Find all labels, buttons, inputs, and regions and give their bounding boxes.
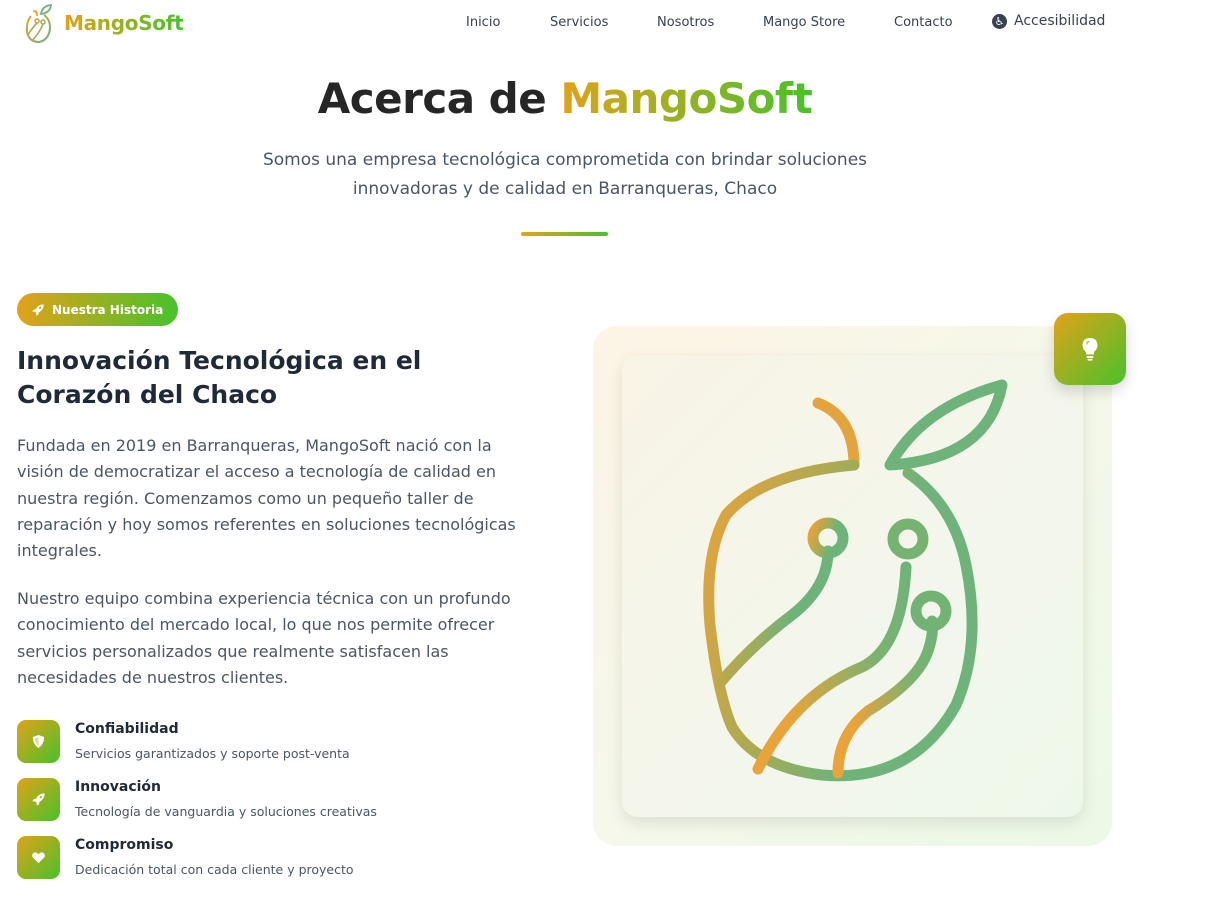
nav-link-servicios[interactable]: Servicios — [550, 15, 608, 30]
rocket-icon — [32, 793, 45, 806]
rocket-icon — [32, 303, 44, 316]
illustration-card — [622, 355, 1083, 817]
feature-icon-tile — [17, 778, 60, 821]
feature-item-confiabilidad: Confiabilidad Servicios garantizados y s… — [17, 720, 577, 766]
feature-item-compromiso: Compromiso Dedicación total con cada cli… — [17, 836, 577, 882]
feature-title: Confiabilidad — [75, 721, 179, 737]
story-badge: Nuestra Historia — [17, 293, 179, 326]
feature-icon-tile — [17, 836, 60, 879]
lightbulb-badge — [1054, 313, 1126, 385]
feature-icon-tile — [17, 720, 60, 763]
feature-item-innovacion: Innovación Tecnología de vanguardia y so… — [17, 778, 577, 824]
heart-icon — [32, 852, 45, 864]
shield-icon — [32, 734, 45, 749]
page-subtitle-line2: innovadoras y de calidad en Barranqueras… — [352, 179, 778, 199]
nav-link-nosotros[interactable]: Nosotros — [657, 15, 714, 30]
page-title-accent: MangoSoft — [560, 74, 813, 123]
story-paragraph-1: Fundada en 2019 en Barranqueras, MangoSo… — [17, 436, 516, 561]
mango-logo-icon — [25, 3, 53, 44]
story-paragraph-2: Nuestro equipo combina experiencia técni… — [17, 589, 511, 687]
page-title: Acerca de MangoSoft — [0, 74, 1130, 123]
top-navbar: MangoSoft Inicio Servicios Nosotros Mang… — [0, 0, 1216, 46]
feature-description: Servicios garantizados y soporte post-ve… — [75, 746, 350, 761]
title-divider — [521, 232, 608, 236]
page-title-plain: Acerca de — [317, 74, 547, 123]
nav-link-inicio[interactable]: Inicio — [466, 15, 500, 30]
story-title: Innovación Tecnológica en el Corazón del … — [17, 344, 537, 412]
story-title-line2: Corazón del Chaco — [17, 380, 278, 409]
feature-description: Tecnología de vanguardia y soluciones cr… — [75, 804, 377, 819]
accessibility-icon: ♿ — [992, 13, 1007, 29]
page-subtitle-line1: Somos una empresa tecnológica comprometi… — [262, 150, 868, 170]
feature-title: Compromiso — [75, 837, 174, 853]
accessibility-button[interactable]: ♿ Accesibilidad — [992, 13, 1105, 29]
feature-description: Dedicación total con cada cliente y proy… — [75, 862, 354, 877]
page-subtitle: Somos una empresa tecnológica comprometi… — [215, 146, 915, 204]
brand-name: MangoSoft — [64, 11, 184, 35]
mango-circuit-illustration — [703, 379, 1008, 782]
brand-logo[interactable]: MangoSoft — [22, 2, 184, 44]
lightbulb-icon — [1082, 338, 1098, 361]
accessibility-label: Accesibilidad — [1014, 13, 1106, 29]
story-title-line1: Innovación Tecnológica en el — [17, 346, 422, 375]
nav-link-contacto[interactable]: Contacto — [894, 15, 953, 30]
story-badge-label: Nuestra Historia — [52, 302, 164, 317]
nav-link-mango-store[interactable]: Mango Store — [763, 15, 845, 30]
feature-title: Innovación — [75, 779, 162, 795]
